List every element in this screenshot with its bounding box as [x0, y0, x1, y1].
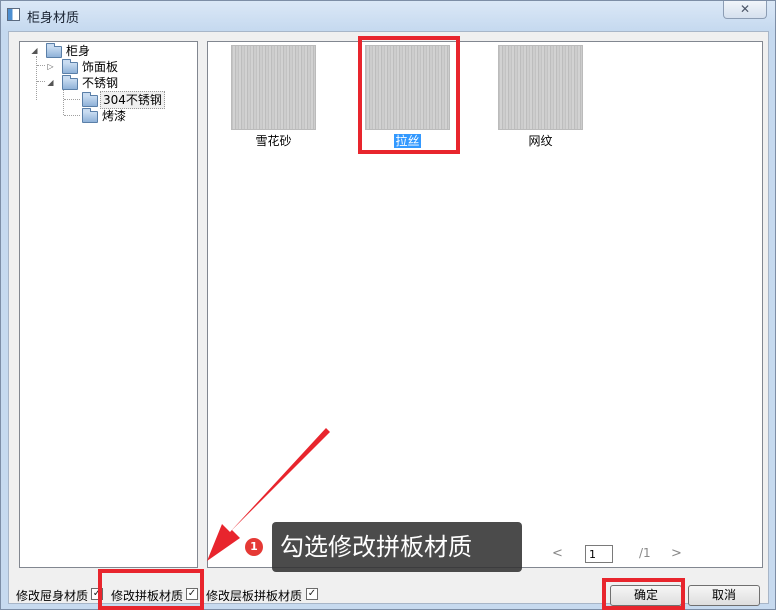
folder-icon	[62, 75, 78, 90]
body-material-label: 修改屉身材质	[16, 589, 89, 603]
tree-node-304[interactable]: 304不锈钢	[24, 91, 184, 109]
title-bar[interactable]: 柜身材质 ✕	[1, 1, 775, 29]
collapse-icon[interactable]: ◢	[30, 46, 39, 55]
tree-label: 304不锈钢	[100, 91, 165, 109]
tree-label: 不锈钢	[82, 76, 119, 90]
material-tree[interactable]: ◢ 柜身 ▷ 饰面板 ◢ 不锈钢 304不锈钢 烤漆	[19, 41, 198, 568]
tree-label: 饰面板	[82, 60, 119, 74]
shelf-panel-material-checkbox[interactable]: ✓	[306, 588, 318, 600]
selected-label-text: 拉丝	[394, 134, 421, 148]
body-material-checkbox[interactable]: ✓	[91, 588, 103, 600]
dialog-window: 柜身材质 ✕ ◢ 柜身 ▷ 饰面板 ◢ 不锈钢 304不锈钢 烤漆 雪花砂 拉丝…	[0, 0, 776, 610]
material-label[interactable]: 雪花砂	[231, 132, 316, 149]
folder-icon	[82, 92, 98, 107]
next-page-button[interactable]: >	[671, 546, 682, 561]
step-badge: 1	[245, 538, 263, 556]
close-button[interactable]: ✕	[723, 1, 767, 19]
material-thumbnail[interactable]	[231, 45, 316, 130]
ok-button[interactable]: 确定	[610, 585, 682, 606]
expand-icon[interactable]: ▷	[46, 62, 55, 71]
folder-icon	[46, 43, 62, 58]
material-label-selected[interactable]: 拉丝	[365, 132, 450, 149]
tree-label: 柜身	[66, 44, 91, 58]
material-label[interactable]: 网纹	[498, 132, 583, 149]
material-thumbnail[interactable]	[365, 45, 450, 130]
app-icon	[7, 8, 20, 21]
prev-page-button[interactable]: <	[552, 546, 563, 561]
page-total: /1	[639, 546, 651, 560]
material-gallery: 雪花砂 拉丝 网纹	[207, 41, 763, 568]
dialog-client: ◢ 柜身 ▷ 饰面板 ◢ 不锈钢 304不锈钢 烤漆 雪花砂 拉丝 网纹 < 1…	[8, 31, 769, 606]
cancel-button[interactable]: 取消	[688, 585, 760, 606]
tree-label: 烤漆	[102, 109, 127, 123]
tree-node-stainless[interactable]: ◢ 不锈钢	[24, 75, 184, 91]
panel-material-label: 修改拼板材质	[111, 589, 184, 603]
tree-node-paint[interactable]: 烤漆	[24, 108, 184, 124]
tree-node-root[interactable]: ◢ 柜身	[24, 43, 184, 59]
instruction-callout: 勾选修改拼板材质	[272, 522, 522, 572]
shelf-panel-material-label: 修改层板拼板材质	[206, 589, 303, 603]
collapse-icon[interactable]: ◢	[46, 78, 55, 87]
folder-icon	[62, 59, 78, 74]
page-number-input[interactable]	[585, 545, 613, 563]
panel-material-checkbox[interactable]: ✓	[186, 588, 198, 600]
material-thumbnail[interactable]	[498, 45, 583, 130]
window-title: 柜身材质	[27, 11, 80, 26]
tree-node-veneer[interactable]: ▷ 饰面板	[24, 59, 184, 75]
folder-icon	[82, 108, 98, 123]
